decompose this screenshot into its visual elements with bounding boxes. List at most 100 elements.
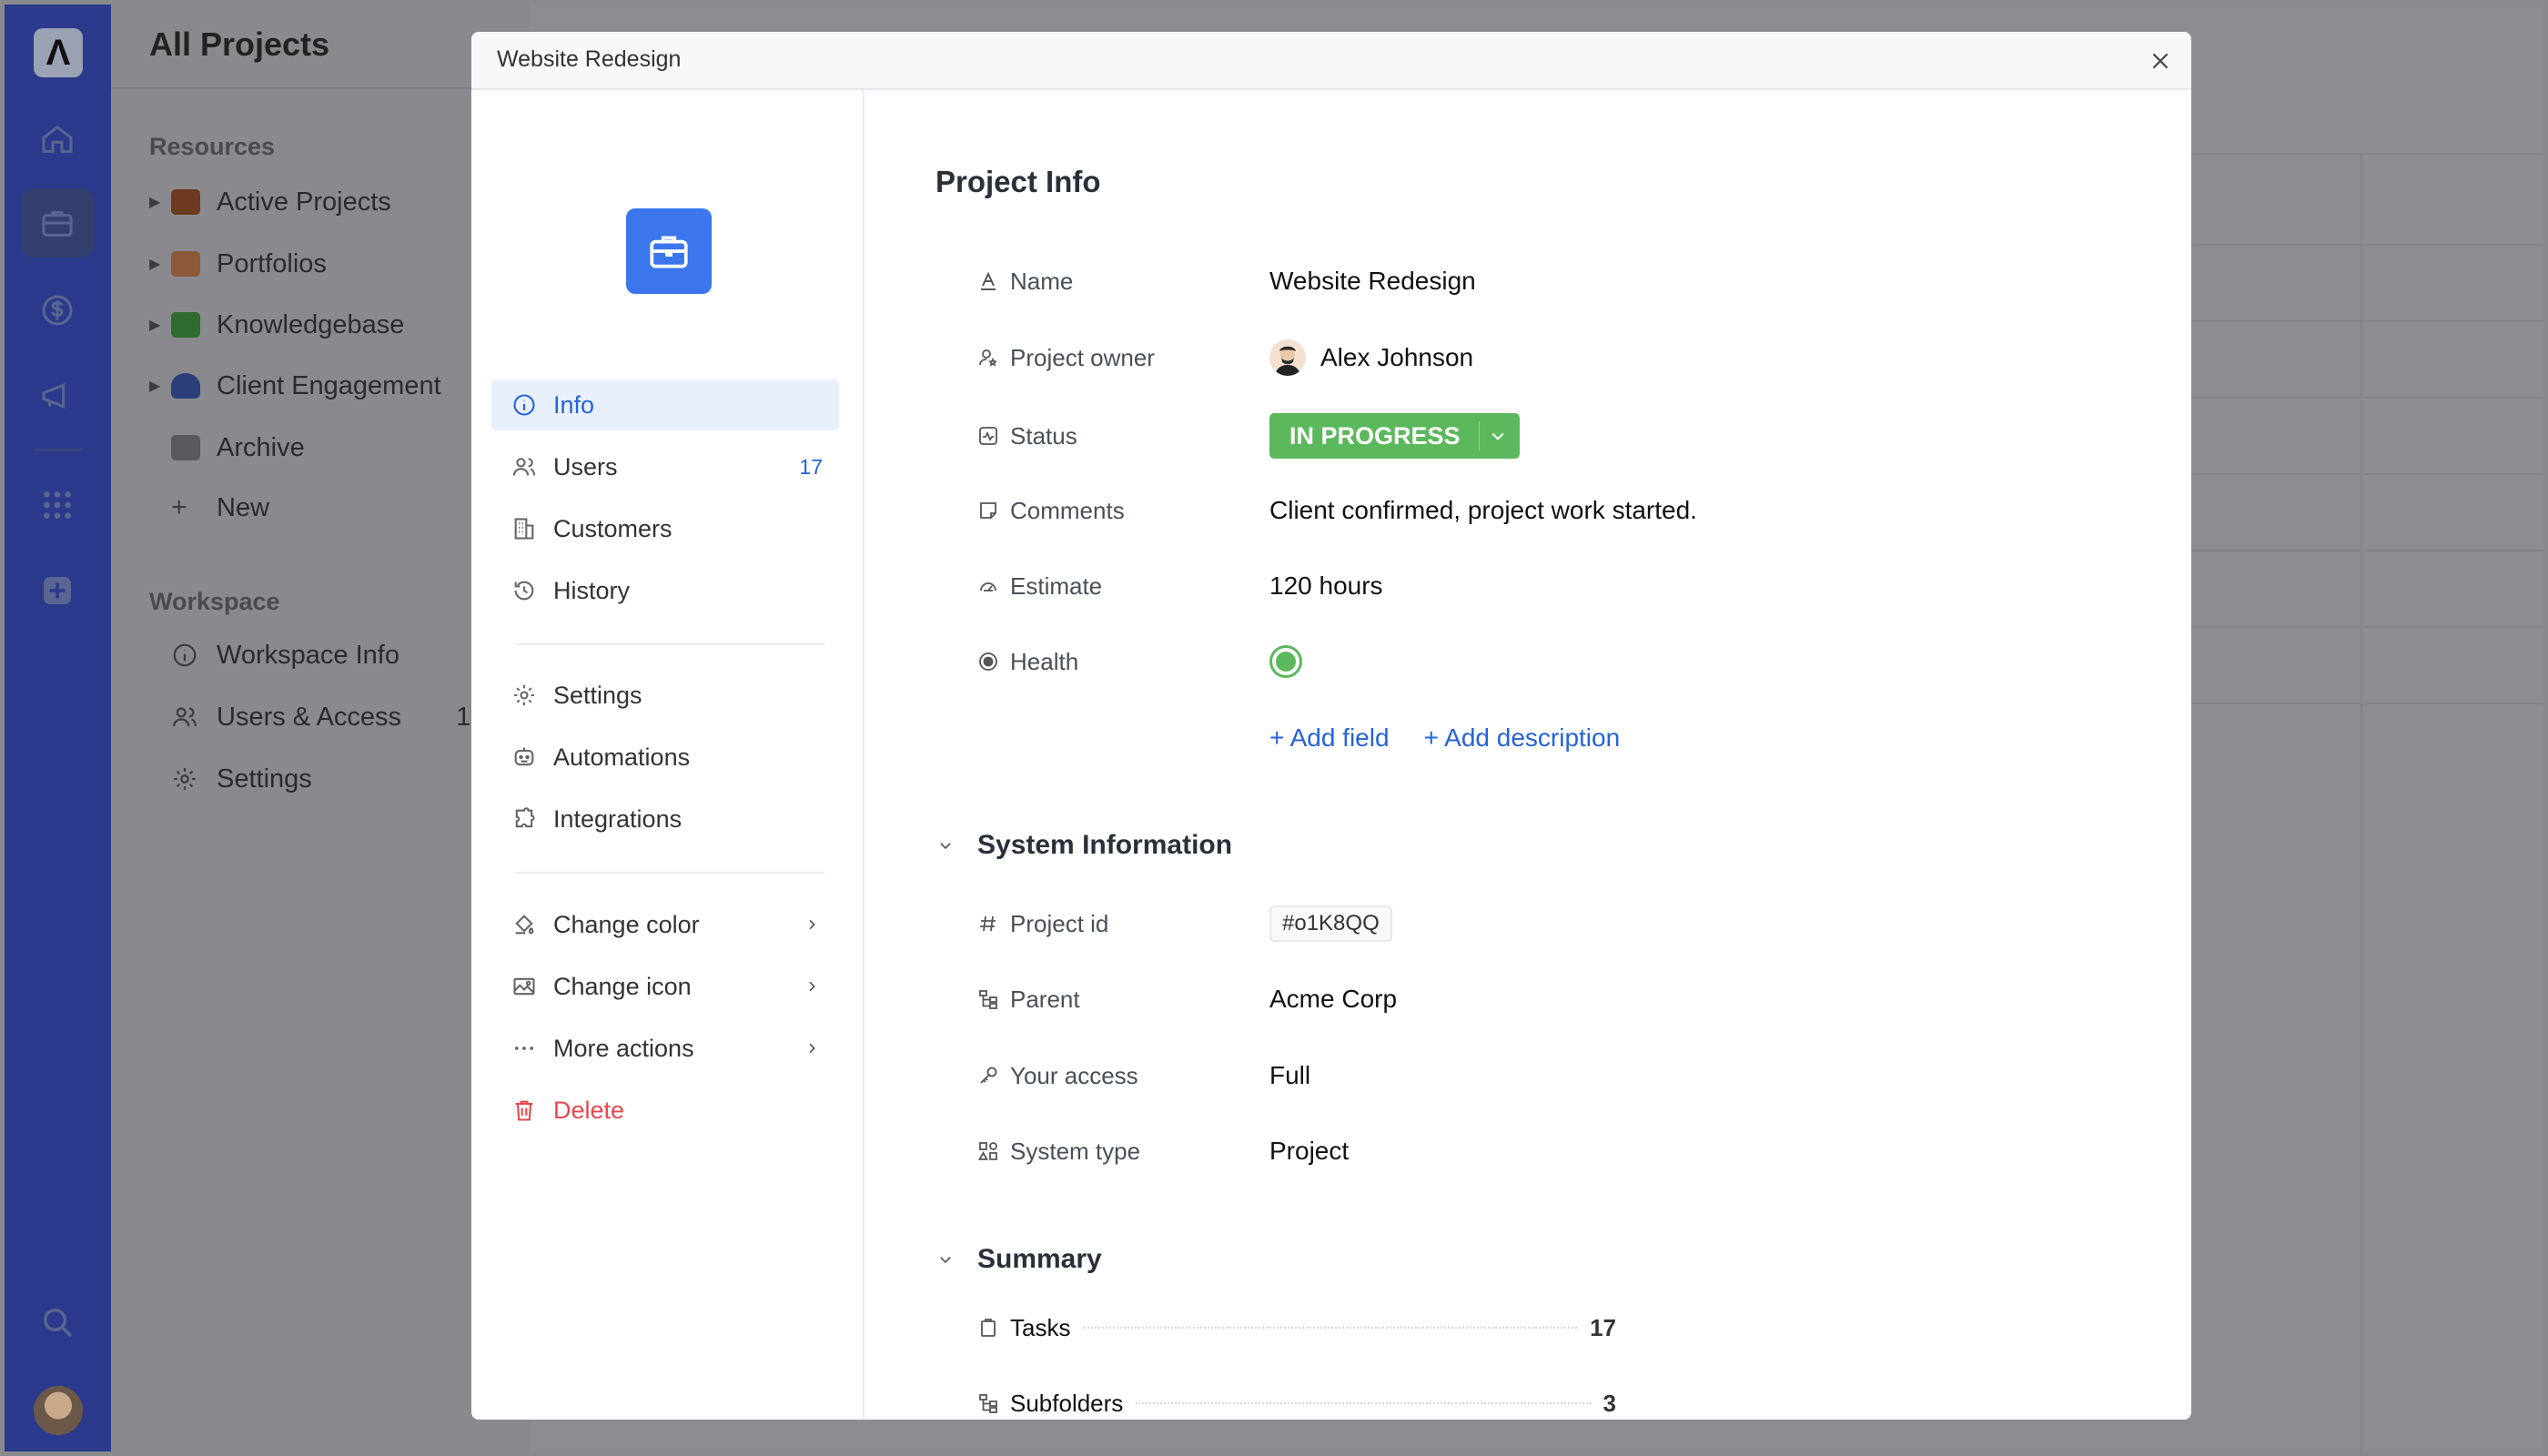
search-icon[interactable] (21, 1288, 94, 1357)
status-value: IN PROGRESS (1289, 421, 1461, 450)
add-icon[interactable] (21, 556, 94, 625)
summary-subfolders-row[interactable]: Subfolders 3 (977, 1381, 1616, 1420)
sidebar-item-knowledgebase[interactable]: ▶ Knowledgebase (149, 307, 404, 343)
radio-dot-icon (977, 651, 1010, 672)
name-value[interactable]: Website Redesign (1269, 267, 1476, 296)
nav-integrations[interactable]: Integrations (491, 794, 839, 844)
user-avatar[interactable] (34, 1386, 83, 1435)
dollar-icon[interactable] (21, 276, 94, 345)
nav-settings[interactable]: Settings (491, 670, 839, 721)
expand-arrow-icon[interactable]: ▶ (149, 377, 171, 395)
nav-customers[interactable]: Customers (491, 503, 839, 554)
subfolders-count: 3 (1603, 1389, 1616, 1417)
nav-automations-label: Automations (553, 743, 691, 771)
project-info-heading: Project Info (935, 165, 1101, 198)
sidebar-item-label: Settings (217, 763, 312, 794)
apps-grid-icon[interactable] (21, 470, 94, 540)
info-circle-icon (500, 392, 548, 418)
field-label: Project owner (1010, 343, 1155, 371)
robot-icon (500, 744, 548, 770)
expand-arrow-icon[interactable]: ▶ (149, 255, 171, 273)
comments-value[interactable]: Client confirmed, project work started. (1269, 496, 1697, 525)
field-label: Health (1010, 647, 1079, 675)
summary-toggle[interactable]: Summary (937, 1238, 1102, 1281)
system-information-toggle[interactable]: System Information (937, 824, 1232, 867)
sidebar-item-new[interactable]: + New (149, 490, 269, 526)
note-icon (977, 500, 1010, 521)
parent-value[interactable]: Acme Corp (1269, 985, 1397, 1014)
ellipsis-icon (500, 1036, 548, 1061)
project-icon[interactable] (626, 208, 712, 294)
sidebar-item-label: Portfolios (217, 248, 327, 278)
briefcase-icon (171, 189, 200, 215)
sidebar-item-client-engagement[interactable]: ▶ Client Engagement (149, 368, 441, 404)
chevron-down-icon (937, 1251, 977, 1268)
sidebar-item-active-projects[interactable]: ▶ Active Projects (149, 184, 391, 220)
users-icon (171, 703, 217, 731)
field-health: Health (977, 640, 2069, 683)
chevron-down-icon (1491, 432, 1504, 440)
page-title: All Projects (149, 25, 330, 63)
nav-delete[interactable]: Delete (491, 1085, 839, 1136)
clipboard-icon (977, 1317, 1010, 1339)
trash-icon (500, 1097, 548, 1123)
briefcase-icon[interactable] (21, 188, 94, 258)
nav-settings-label: Settings (553, 681, 642, 709)
nav-divider (515, 872, 824, 874)
sidebar-item-label: Client Engagement (217, 370, 441, 400)
gear-icon (171, 765, 217, 793)
modal-header: Website Redesign (471, 32, 2191, 90)
status-dropdown[interactable]: IN PROGRESS (1269, 413, 1520, 459)
sidebar-item-label: Knowledgebase (217, 309, 405, 339)
books-icon (171, 251, 200, 277)
access-value: Full (1269, 1061, 1311, 1089)
estimate-value[interactable]: 120 hours (1269, 571, 1383, 601)
summary-tasks-row[interactable]: Tasks 17 (977, 1306, 1616, 1350)
chevron-right-icon (804, 917, 819, 932)
sidebar-item-label: Active Projects (217, 187, 391, 217)
person-icon (171, 373, 200, 399)
gear-icon (500, 682, 548, 708)
close-button[interactable] (2144, 45, 2177, 77)
chevron-right-icon (804, 979, 819, 994)
info-circle-icon (171, 642, 217, 669)
workspace-heading: Workspace (149, 588, 280, 615)
nav-history[interactable]: History (491, 565, 839, 616)
dotted-leader (1083, 1327, 1578, 1329)
sidebar-item-label: Users & Access (217, 702, 402, 732)
expand-arrow-icon[interactable]: ▶ (149, 193, 171, 211)
add-description-button[interactable]: + Add description (1424, 723, 1621, 753)
users-count-badge: 17 (799, 454, 823, 479)
summary-label: Tasks (1010, 1313, 1071, 1341)
field-parent: Parent Acme Corp (977, 977, 2069, 1021)
project-owner-value[interactable]: Alex Johnson (1269, 339, 1473, 376)
expand-arrow-icon[interactable]: ▶ (149, 316, 171, 334)
hash-icon (977, 913, 1010, 935)
nav-info[interactable]: Info (491, 379, 839, 430)
project-id-chip[interactable]: #o1K8QQ (1269, 905, 1392, 942)
nav-more-actions[interactable]: More actions (491, 1023, 839, 1074)
sidebar-item-workspace-info[interactable]: Workspace Info (149, 637, 399, 673)
nav-automations[interactable]: Automations (491, 732, 839, 783)
bg-col-divider (2361, 153, 2362, 1451)
sidebar-item-archive[interactable]: Archive (149, 430, 305, 466)
nav-change-icon[interactable]: Change icon (491, 961, 839, 1012)
sidebar-item-label: New (217, 492, 270, 522)
add-field-button[interactable]: + Add field (1269, 723, 1390, 753)
nav-customers-label: Customers (553, 514, 672, 542)
system-information-heading: System Information (977, 830, 1233, 860)
summary-heading: Summary (977, 1244, 1102, 1274)
app-logo[interactable]: Λ (34, 28, 83, 77)
nav-change-color-label: Change color (553, 910, 700, 938)
header-divider (111, 87, 530, 89)
field-project-owner: Project owner Alex Johnson (977, 336, 2069, 379)
sidebar-item-settings[interactable]: Settings (149, 761, 312, 797)
nav-change-color[interactable]: Change color (491, 899, 839, 950)
megaphone-icon[interactable] (21, 361, 94, 430)
sidebar-item-users-access[interactable]: Users & Access 1 (149, 699, 470, 735)
health-indicator[interactable] (1269, 645, 1302, 678)
gauge-icon (977, 575, 1010, 597)
home-icon[interactable] (21, 105, 94, 174)
sidebar-item-portfolios[interactable]: ▶ Portfolios (149, 246, 327, 282)
nav-users[interactable]: Users 17 (491, 441, 839, 492)
